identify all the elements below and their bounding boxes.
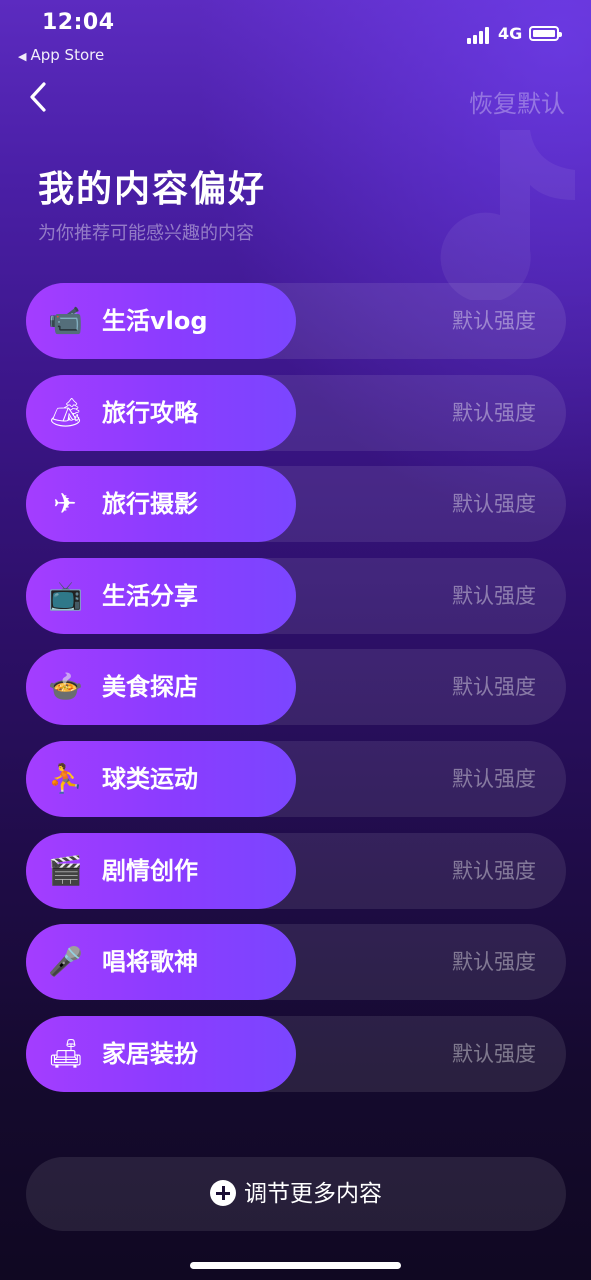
preference-row[interactable]: 📺 生活分享 默认强度 xyxy=(26,557,566,634)
preference-level: 默认强度 xyxy=(452,858,536,883)
preference-pill: 🎬 剧情创作 xyxy=(26,832,296,909)
adjust-more-content-label: 调节更多内容 xyxy=(244,1181,382,1207)
reset-default-button[interactable]: 恢复默认 xyxy=(469,84,565,119)
page-subtitle: 为你推荐可能感兴趣的内容 xyxy=(38,223,254,244)
preference-row[interactable]: 🎤 唱将歌神 默认强度 xyxy=(26,924,566,1001)
page-title: 我的内容偏好 xyxy=(38,169,267,210)
battery-icon xyxy=(529,26,562,41)
preference-row[interactable]: ✈ 旅行摄影 默认强度 xyxy=(26,466,566,543)
singer-icon: 🎤 xyxy=(48,945,83,979)
preference-row[interactable]: 🏕 旅行攻略 默认强度 xyxy=(26,374,566,451)
sports-player-icon: ⛹ xyxy=(48,761,83,795)
preference-level: 默认强度 xyxy=(452,766,536,791)
preference-level: 默认强度 xyxy=(452,400,536,425)
back-button[interactable] xyxy=(24,80,58,114)
preference-pill: ✈ 旅行摄影 xyxy=(26,466,296,543)
preference-pill: 🍲 美食探店 xyxy=(26,649,296,726)
preference-label: 球类运动 xyxy=(102,764,198,793)
preference-label: 美食探店 xyxy=(102,673,198,702)
preference-row[interactable]: 📹 生活vlog 默认强度 xyxy=(26,283,566,359)
video-camera-icon: 📹 xyxy=(48,304,83,337)
back-triangle-icon: ◀ xyxy=(18,50,27,63)
preference-label: 生活分享 xyxy=(102,581,198,610)
sofa-lamp-icon: 🛋 xyxy=(48,1036,84,1070)
preference-label: 剧情创作 xyxy=(102,856,198,885)
music-note-watermark-icon xyxy=(440,130,575,300)
preference-pill: ⛹ 球类运动 xyxy=(26,740,296,817)
status-bar: 12:04 ◀ App Store 4G xyxy=(0,0,591,70)
film-icon: 🎬 xyxy=(48,853,83,887)
signal-icon xyxy=(467,26,495,44)
status-time: 12:04 xyxy=(42,10,115,35)
adjust-more-content-button[interactable]: 调节更多内容 xyxy=(26,1157,566,1231)
preference-label: 家居装扮 xyxy=(102,1039,198,1068)
food-bowl-icon: 🍲 xyxy=(48,670,83,704)
preference-level: 默认强度 xyxy=(452,309,536,333)
preference-level: 默认强度 xyxy=(452,675,536,700)
preference-level: 默认强度 xyxy=(452,492,536,517)
airplane-icon: ✈ xyxy=(53,487,77,521)
network-type: 4G xyxy=(498,24,523,43)
preference-label: 旅行摄影 xyxy=(102,490,198,519)
preference-label: 生活vlog xyxy=(102,307,208,335)
preference-row[interactable]: 🎬 剧情创作 默认强度 xyxy=(26,832,566,909)
home-indicator[interactable] xyxy=(190,1262,401,1269)
back-to-app-label: App Store xyxy=(30,46,105,64)
preference-pill: 📺 生活分享 xyxy=(26,557,296,634)
preference-pill: 🏕 旅行攻略 xyxy=(26,374,296,451)
preference-pill: 🛋 家居装扮 xyxy=(26,1015,296,1092)
preference-level: 默认强度 xyxy=(452,950,536,975)
preference-row[interactable]: 🍲 美食探店 默认强度 xyxy=(26,649,566,726)
chevron-left-icon xyxy=(30,82,46,112)
plus-circle-icon xyxy=(210,1179,236,1206)
preference-list: 📹 生活vlog 默认强度 🏕 旅行攻略 默认强度 ✈ 旅行摄影 默认强度 📺 … xyxy=(26,283,566,1107)
preference-pill: 🎤 唱将歌神 xyxy=(26,924,296,1001)
preference-row[interactable]: ⛹ 球类运动 默认强度 xyxy=(26,740,566,817)
camping-icon: 🏕 xyxy=(48,395,84,429)
back-to-app-link[interactable]: ◀ App Store xyxy=(18,46,104,64)
preference-level: 默认强度 xyxy=(452,1041,536,1066)
preference-row[interactable]: 🛋 家居装扮 默认强度 xyxy=(26,1015,566,1092)
preference-level: 默认强度 xyxy=(452,583,536,608)
tv-icon: 📺 xyxy=(48,578,83,612)
preference-label: 旅行攻略 xyxy=(102,398,198,427)
preference-pill: 📹 生活vlog xyxy=(26,283,296,359)
preference-label: 唱将歌神 xyxy=(102,948,198,977)
